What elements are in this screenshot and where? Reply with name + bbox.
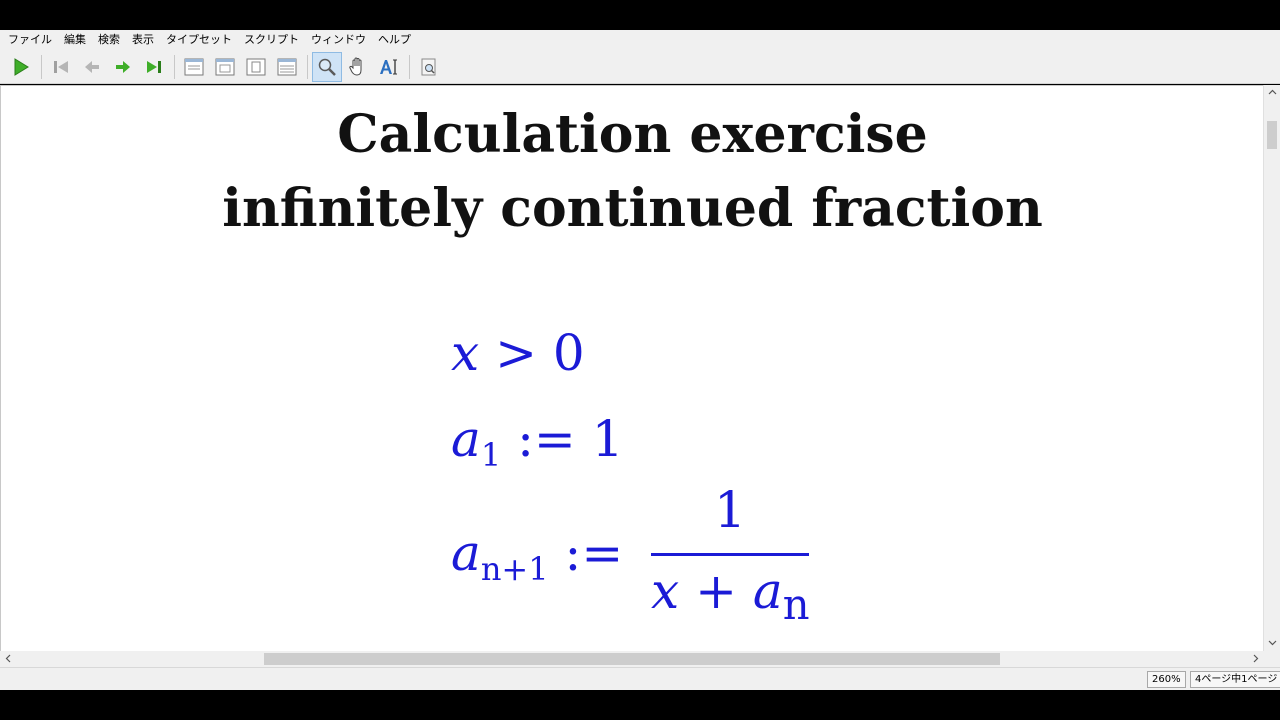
first-page-icon — [54, 60, 68, 73]
document-title-line-1: Calculation exercise — [337, 104, 928, 165]
fraction-denominator: x + an — [651, 562, 810, 629]
previous-page-icon — [85, 60, 99, 73]
math-subscript: n+1 — [480, 550, 549, 588]
scroll-up-arrow-icon[interactable] — [1268, 88, 1277, 97]
equation-x-positive: x > 0 — [451, 324, 585, 382]
fit-page-icon — [246, 58, 266, 75]
select-text-button[interactable] — [374, 52, 404, 82]
menu-script[interactable]: スクリプト — [238, 30, 305, 50]
menu-bar: ファイル 編集 検索 表示 タイプセット スクリプト ウィンドウ ヘルプ — [0, 30, 1280, 50]
math-variable-a: a — [451, 410, 481, 468]
toolbar-separator — [409, 54, 410, 79]
math-text: := — [548, 524, 624, 582]
magnifier-button[interactable] — [312, 51, 342, 82]
typeset-icon — [14, 57, 29, 76]
fit-width-icon — [277, 58, 297, 75]
equation-a1-definition: a1 := 1 — [451, 410, 624, 471]
equation-recurrence-lhs: an+1 := — [451, 524, 624, 585]
zoom-level-indicator[interactable]: 260% — [1147, 671, 1186, 688]
single-page-icon — [184, 58, 204, 75]
first-page-button[interactable] — [46, 52, 76, 82]
menu-edit[interactable]: 編集 — [58, 30, 92, 50]
status-bar: 260% 4ページ中1ページ — [0, 667, 1280, 690]
scrollbar-corner — [1263, 651, 1280, 667]
goto-source-button[interactable] — [414, 52, 444, 82]
continuous-page-icon — [215, 58, 235, 75]
menu-file[interactable]: ファイル — [2, 30, 58, 50]
menu-help[interactable]: ヘルプ — [372, 30, 417, 50]
horizontal-scrollbar[interactable] — [0, 651, 1263, 667]
menu-window[interactable]: ウィンドウ — [305, 30, 372, 50]
toolbar — [0, 50, 1280, 84]
select-text-icon — [380, 59, 397, 74]
menu-typeset[interactable]: タイプセット — [160, 30, 238, 50]
horizontal-scroll-thumb[interactable] — [264, 653, 1000, 665]
hand-tool-icon — [349, 56, 362, 76]
magnifier-icon — [318, 58, 336, 76]
math-subscript: 1 — [480, 436, 502, 474]
pdf-page-view[interactable]: Calculation exercise infinitely continue… — [0, 85, 1263, 651]
fraction-numerator: 1 — [714, 481, 746, 539]
hand-tool-button[interactable] — [343, 52, 373, 82]
fit-width-button[interactable] — [272, 52, 302, 82]
math-variable-x: x — [651, 562, 680, 620]
last-page-icon — [147, 60, 161, 73]
vertical-scrollbar[interactable] — [1263, 85, 1280, 651]
math-operator: + — [679, 562, 753, 620]
math-text: > 0 — [479, 324, 585, 382]
vertical-scroll-thumb[interactable] — [1267, 121, 1277, 149]
previous-page-button[interactable] — [77, 52, 107, 82]
page-indicator: 4ページ中1ページ — [1190, 671, 1280, 688]
menu-view[interactable]: 表示 — [126, 30, 160, 50]
toolbar-separator — [174, 54, 175, 79]
menu-search[interactable]: 検索 — [92, 30, 126, 50]
math-variable-a: a — [752, 562, 783, 620]
fraction-bar — [651, 553, 809, 556]
next-page-icon — [116, 60, 130, 73]
math-variable-a: a — [451, 524, 481, 582]
continuous-page-button[interactable] — [210, 52, 240, 82]
last-page-button[interactable] — [139, 52, 169, 82]
toolbar-separator — [307, 54, 308, 79]
toolbar-separator — [41, 54, 42, 79]
scroll-left-arrow-icon[interactable] — [4, 654, 13, 663]
math-subscript: n — [782, 580, 810, 629]
scroll-down-arrow-icon[interactable] — [1268, 638, 1277, 647]
single-page-button[interactable] — [179, 52, 209, 82]
math-variable-x: x — [451, 324, 480, 382]
typeset-button[interactable] — [6, 52, 36, 82]
scroll-right-arrow-icon[interactable] — [1251, 654, 1260, 663]
goto-source-icon — [421, 58, 436, 75]
document-title-line-2: infinitely continued fraction — [222, 178, 1043, 239]
fit-page-button[interactable] — [241, 52, 271, 82]
math-text: := 1 — [501, 410, 624, 468]
next-page-button[interactable] — [108, 52, 138, 82]
